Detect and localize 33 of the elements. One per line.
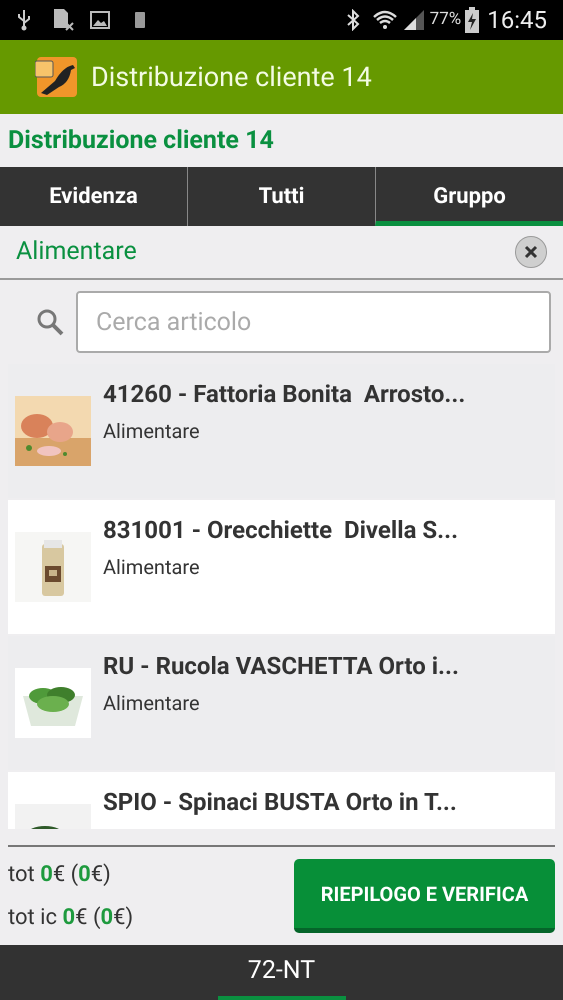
battery-percent: 77%	[430, 8, 462, 32]
usb-icon	[16, 9, 32, 31]
page-title: Distribuzione cliente 14	[7, 124, 275, 157]
tab[interactable]: Gruppo	[375, 167, 563, 226]
signal-icon	[402, 10, 426, 30]
close-button[interactable]	[515, 236, 547, 268]
total-line: tot 0€ (0€)	[8, 861, 112, 889]
phone-icon	[134, 11, 146, 29]
product-title: 41260 - Fattoria Bonita Arrosto...	[103, 379, 466, 410]
product-row[interactable]: SPIO - Spinaci BUSTA Orto in T...	[8, 772, 555, 829]
product-category: Alimentare	[103, 554, 201, 581]
app-title: Distribuzione cliente 14	[91, 60, 372, 95]
sim-icon	[52, 8, 74, 32]
summary-button[interactable]: RIEPILOGO E VERIFICA	[294, 859, 555, 933]
clock: 16:45	[487, 5, 547, 36]
total-line: tot ic 0€ (0€)	[8, 904, 134, 932]
tab[interactable]: Evidenza	[0, 167, 187, 226]
product-title: RU - Rucola VASCHETTA Orto i...	[103, 651, 459, 682]
product-title: SPIO - Spinaci BUSTA Orto in T...	[103, 787, 457, 818]
close-icon	[524, 245, 538, 259]
product-title: 831001 - Orecchiette Divella S...	[103, 515, 458, 546]
search-field[interactable]: Cerca articolo	[76, 291, 551, 353]
group-filter-label: Alimentare	[16, 236, 137, 268]
image-icon	[90, 11, 110, 29]
product-row[interactable]: 831001 - Orecchiette Divella S... Alimentare	[8, 500, 555, 634]
wifi-icon	[372, 9, 398, 31]
battery-icon	[465, 7, 480, 33]
product-category: Alimentare	[103, 418, 201, 445]
search-icon	[36, 308, 64, 336]
tab[interactable]: Tutti	[187, 167, 375, 226]
product-category: Alimentare	[103, 690, 201, 717]
bluetooth-icon	[346, 9, 360, 31]
app-logo-icon	[35, 55, 79, 99]
